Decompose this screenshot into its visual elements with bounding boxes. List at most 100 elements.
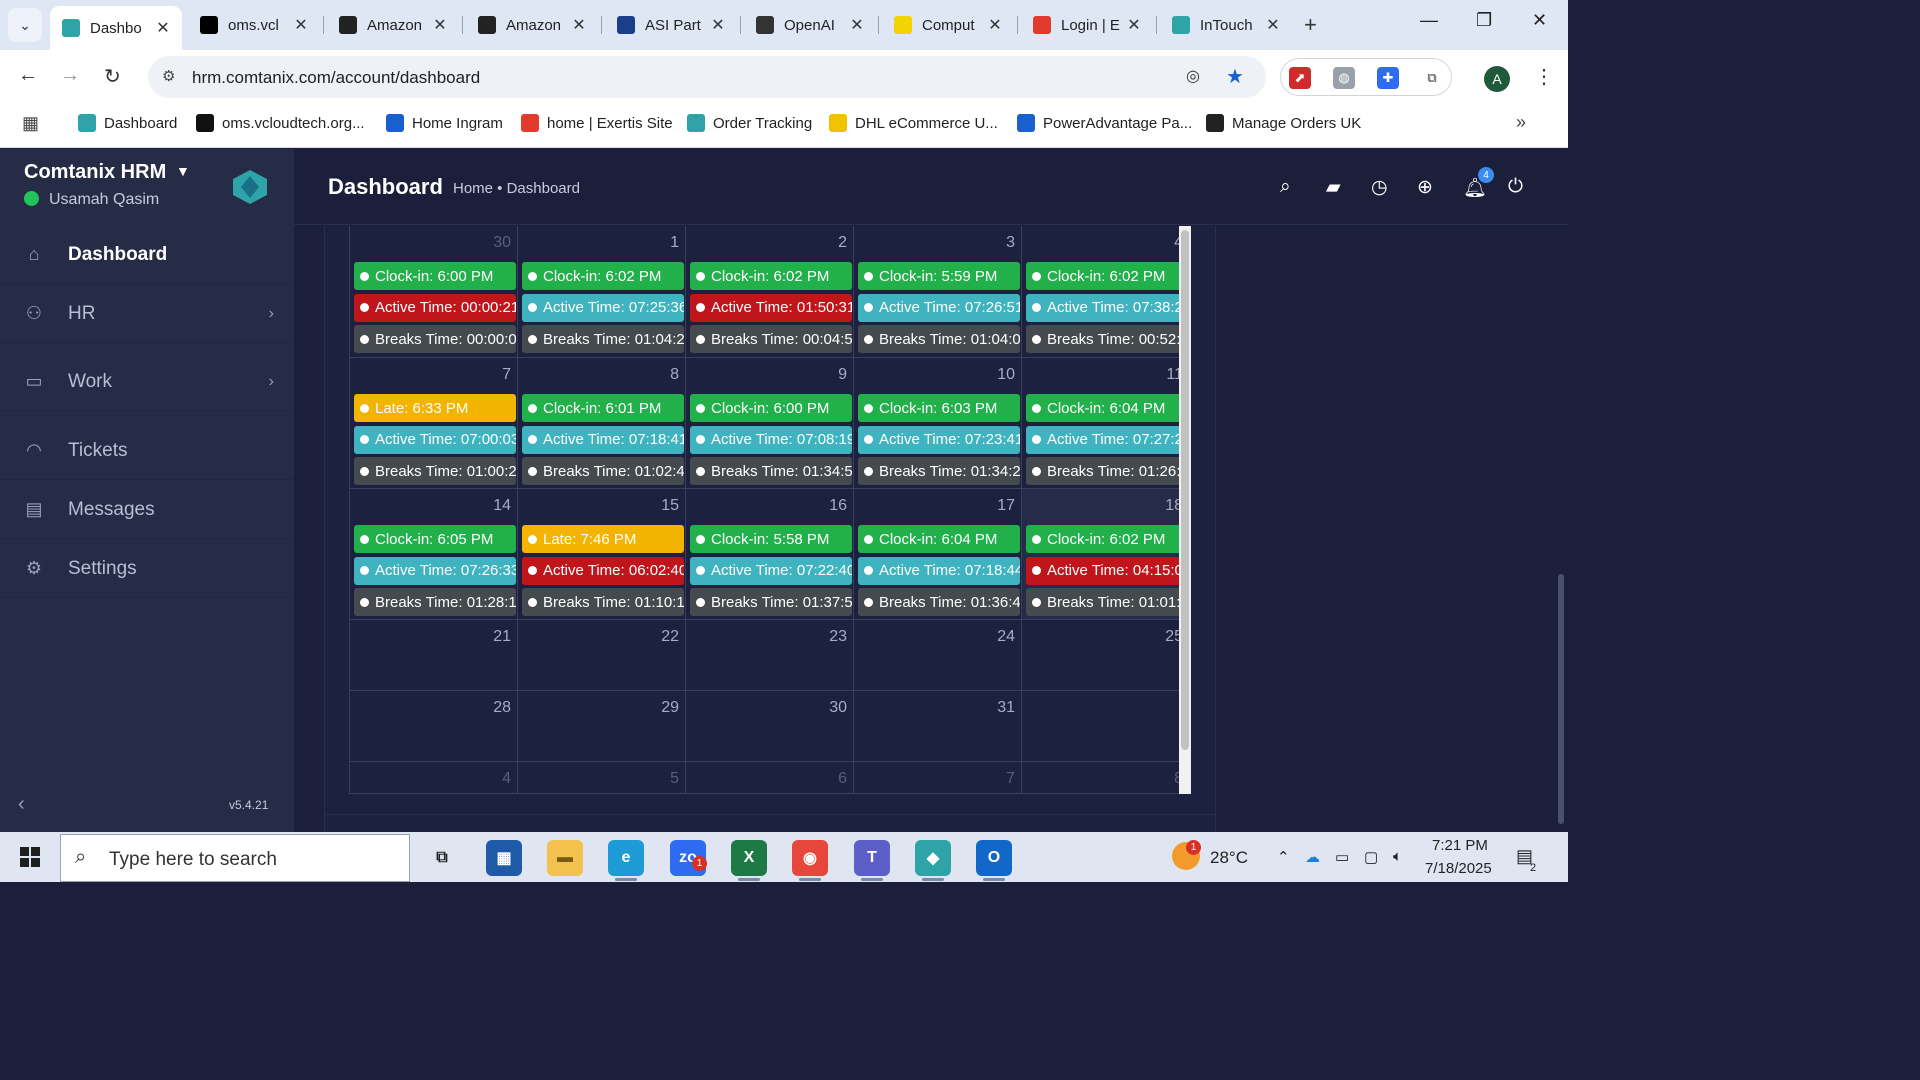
calendar-day-cell[interactable]: 31 bbox=[854, 691, 1022, 761]
chevron-down-icon[interactable]: ▼ bbox=[176, 163, 190, 179]
apps-grid-icon[interactable]: ▦ bbox=[22, 113, 39, 134]
attendance-event[interactable]: Breaks Time: 00:04:56 bbox=[690, 325, 852, 353]
battery-icon[interactable]: ▭ bbox=[1335, 848, 1349, 866]
bookmark-item[interactable]: Dashboard bbox=[78, 114, 177, 132]
close-icon[interactable]: ✕ bbox=[707, 15, 729, 35]
calendar-day-cell[interactable]: 5 bbox=[518, 762, 686, 793]
close-icon[interactable]: ✕ bbox=[1123, 15, 1145, 35]
day-number[interactable]: 7 bbox=[502, 366, 511, 384]
calendar-day-cell[interactable]: 14 Clock-in: 6:05 PM Active Time: 07:26:33… bbox=[350, 489, 518, 619]
day-number[interactable]: 7 bbox=[1006, 770, 1015, 788]
attendance-event[interactable]: Breaks Time: 01:36:41 bbox=[858, 588, 1020, 616]
calendar-day-cell[interactable]: 15 Late: 7:46 PM Active Time: 06:02:40 Brea… bbox=[518, 489, 686, 619]
calendar-day-cell[interactable]: 4 bbox=[350, 762, 518, 793]
new-tab-button[interactable]: + bbox=[1304, 12, 1317, 38]
minimize-button[interactable]: — bbox=[1420, 10, 1438, 31]
calendar-day-cell[interactable] bbox=[1022, 691, 1179, 761]
weather-temperature[interactable]: 28°C bbox=[1210, 848, 1248, 868]
attendance-event[interactable]: Active Time: 07:08:19 bbox=[690, 425, 852, 454]
calendar-day-cell[interactable]: 8 Clock-in: 6:01 PM Active Time: 07:18:41 B… bbox=[518, 358, 686, 488]
edge-icon[interactable]: e bbox=[608, 840, 644, 876]
calendar-day-cell[interactable]: 6 bbox=[686, 762, 854, 793]
day-number[interactable]: 11 bbox=[1166, 366, 1179, 384]
bookmark-item[interactable]: DHL eCommerce U... bbox=[829, 114, 998, 132]
calendar-day-cell[interactable]: 28 bbox=[350, 691, 518, 761]
restore-button[interactable]: ❐ bbox=[1476, 10, 1492, 31]
day-number[interactable]: 21 bbox=[493, 628, 511, 646]
attendance-event[interactable]: Breaks Time: 01:04:20 bbox=[522, 325, 684, 353]
sidebar-item-hr[interactable]: ⚇ HR › bbox=[0, 285, 294, 343]
day-number[interactable]: 2 bbox=[838, 234, 847, 252]
calendar-day-cell[interactable]: 18 Clock-in: 6:02 PM Active Time: 04:15:0 B… bbox=[1022, 489, 1179, 619]
day-number[interactable]: 28 bbox=[493, 699, 511, 717]
attendance-event[interactable]: Active Time: 07:38:2 bbox=[1026, 293, 1179, 322]
bookmark-item[interactable]: Manage Orders UK bbox=[1206, 114, 1361, 132]
profile-avatar[interactable]: A bbox=[1484, 66, 1510, 92]
bookmark-item[interactable]: oms.vcloudtech.org... bbox=[196, 114, 365, 132]
network-icon[interactable]: ▢ bbox=[1364, 848, 1378, 866]
clock-icon[interactable]: ◷ bbox=[1371, 176, 1388, 199]
attendance-event[interactable]: Active Time: 07:00:03 bbox=[354, 425, 516, 454]
outlook-icon[interactable]: O bbox=[976, 840, 1012, 876]
sidebar-item-dashboard[interactable]: ⌂ Dashboard bbox=[0, 226, 294, 284]
day-number[interactable]: 18 bbox=[1165, 497, 1179, 515]
close-icon[interactable]: ✕ bbox=[152, 18, 174, 38]
attendance-event[interactable]: Active Time: 07:23:41 bbox=[858, 425, 1020, 454]
browser-tab[interactable]: Amazon ✕ bbox=[327, 6, 459, 44]
calendar-day-cell[interactable]: 1 Clock-in: 6:02 PM Active Time: 07:25:36 B… bbox=[518, 226, 686, 357]
browser-tab[interactable]: Amazon ✕ bbox=[466, 6, 598, 44]
calendar-day-cell[interactable]: 17 Clock-in: 6:04 PM Active Time: 07:18:44… bbox=[854, 489, 1022, 619]
attendance-event[interactable]: Clock-in: 6:05 PM bbox=[354, 525, 516, 553]
address-bar[interactable]: ⚙ hrm.comtanix.com/account/dashboard ◎ ★ bbox=[148, 56, 1266, 98]
attendance-event[interactable]: Breaks Time: 01:00:21 bbox=[354, 457, 516, 485]
attendance-event[interactable]: Breaks Time: 01:34:26 bbox=[858, 457, 1020, 485]
close-icon[interactable]: ✕ bbox=[846, 15, 868, 35]
calendar-day-cell[interactable]: 22 bbox=[518, 620, 686, 690]
browser-tab[interactable]: InTouch ✕ bbox=[1160, 6, 1292, 44]
onedrive-icon[interactable]: ☁ bbox=[1305, 848, 1320, 866]
attendance-event[interactable]: Breaks Time: 00:00:00 bbox=[354, 325, 516, 353]
attendance-event[interactable]: Active Time: 07:22:40 bbox=[690, 556, 852, 585]
calendar-scrollbar[interactable] bbox=[1179, 226, 1191, 794]
attendance-event[interactable]: Active Time: 06:02:40 bbox=[522, 556, 684, 585]
taskbar-search-input[interactable]: ⌕ Type here to search bbox=[60, 834, 410, 882]
calendar-scroll-thumb[interactable] bbox=[1181, 230, 1189, 750]
attendance-event[interactable]: Active Time: 07:25:36 bbox=[522, 293, 684, 322]
notes-icon[interactable]: ▰ bbox=[1326, 176, 1341, 199]
day-number[interactable]: 30 bbox=[829, 699, 847, 717]
calculator-icon[interactable]: ▦ bbox=[486, 840, 522, 876]
pdf-extension-icon[interactable]: ⬈ bbox=[1289, 67, 1311, 89]
chrome-icon[interactable]: ◉ bbox=[792, 840, 828, 876]
attendance-event[interactable]: Active Time: 07:18:44 bbox=[858, 556, 1020, 585]
attendance-event[interactable]: Clock-in: 6:02 PM bbox=[522, 262, 684, 290]
sidebar-item-work[interactable]: ▭ Work › bbox=[0, 353, 294, 411]
day-number[interactable]: 8 bbox=[670, 366, 679, 384]
day-number[interactable]: 17 bbox=[997, 497, 1015, 515]
attendance-event[interactable]: Active Time: 00:00:21 bbox=[354, 293, 516, 322]
bookmark-star-icon[interactable]: ★ bbox=[1226, 64, 1244, 89]
browser-tab[interactable]: ASI Part ✕ bbox=[605, 6, 737, 44]
attendance-event[interactable]: Active Time: 07:18:41 bbox=[522, 425, 684, 454]
attendance-event[interactable]: Active Time: 04:15:0 bbox=[1026, 556, 1179, 585]
calendar-day-cell[interactable]: 8 bbox=[1022, 762, 1179, 793]
day-number[interactable]: 31 bbox=[997, 699, 1015, 717]
attendance-event[interactable]: Late: 6:33 PM bbox=[354, 394, 516, 422]
attendance-event[interactable]: Clock-in: 6:02 PM bbox=[690, 262, 852, 290]
show-hidden-icons-icon[interactable]: ⌃ bbox=[1277, 848, 1290, 866]
day-number[interactable]: 23 bbox=[829, 628, 847, 646]
day-number[interactable]: 10 bbox=[997, 366, 1015, 384]
bookmark-item[interactable]: home | Exertis Site bbox=[521, 114, 673, 132]
collapse-sidebar-icon[interactable]: ‹ bbox=[18, 793, 25, 816]
file-explorer-icon[interactable]: ▬ bbox=[547, 840, 583, 876]
attendance-event[interactable]: Clock-in: 6:03 PM bbox=[858, 394, 1020, 422]
day-number[interactable]: 9 bbox=[838, 366, 847, 384]
bookmark-item[interactable]: Order Tracking bbox=[687, 114, 812, 132]
calendar-day-cell[interactable]: 9 Clock-in: 6:00 PM Active Time: 07:08:19 B… bbox=[686, 358, 854, 488]
taskbar-time[interactable]: 7:21 PM bbox=[1432, 837, 1488, 854]
day-number[interactable]: 6 bbox=[838, 770, 847, 788]
calendar-day-cell[interactable]: 23 bbox=[686, 620, 854, 690]
calendar-day-cell[interactable]: 25 bbox=[1022, 620, 1179, 690]
brand-name[interactable]: Comtanix HRM bbox=[24, 161, 166, 184]
day-number[interactable]: 15 bbox=[661, 497, 679, 515]
attendance-event[interactable]: Breaks Time: 01:37:57 bbox=[690, 588, 852, 616]
